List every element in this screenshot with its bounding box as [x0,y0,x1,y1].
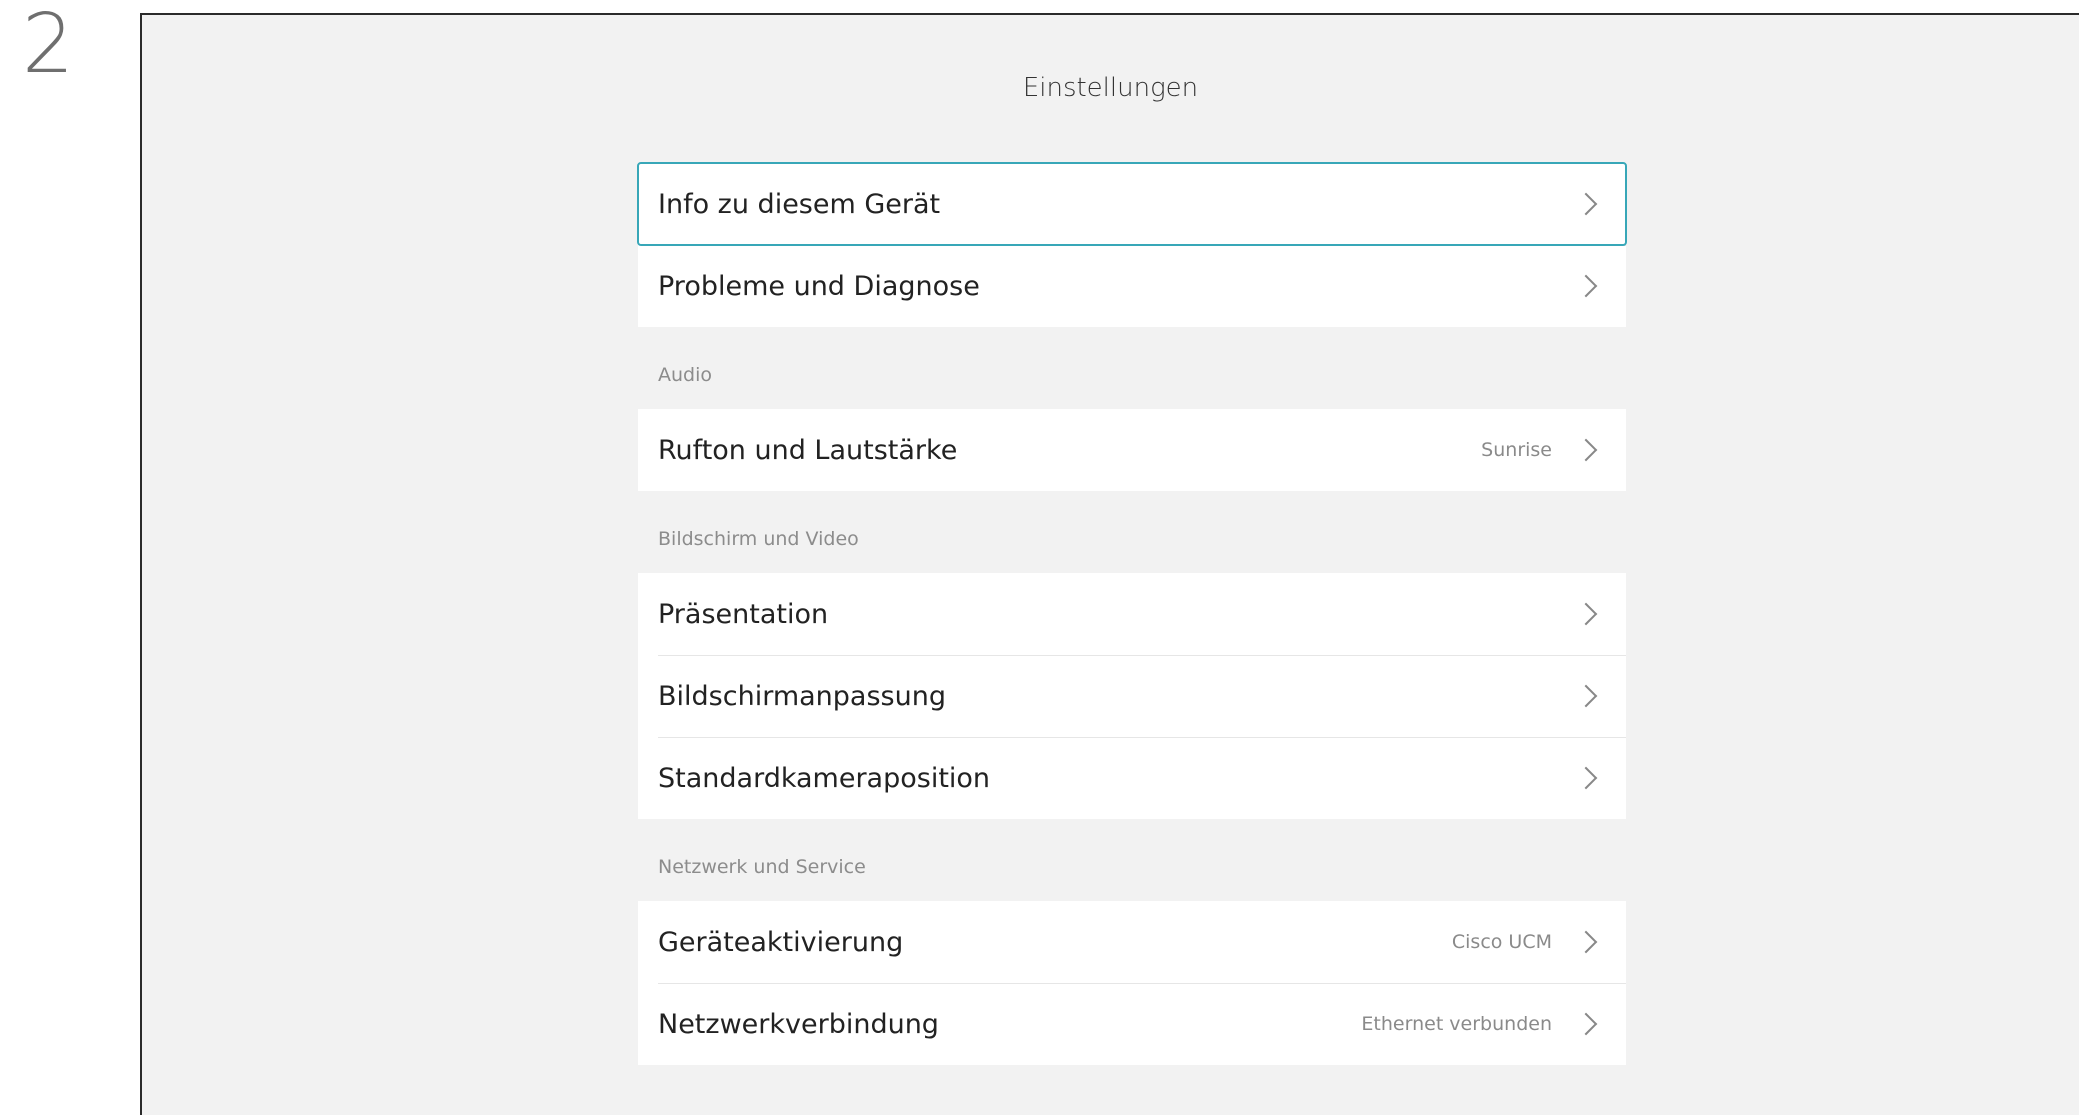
settings-item-screen-adjustment[interactable]: Bildschirmanpassung [638,655,1626,737]
settings-list: Info zu diesem Gerät Probleme und Diagno… [637,162,1627,1065]
settings-item-default-camera-position[interactable]: Standardkameraposition [638,737,1626,819]
chevron-right-icon [1574,602,1598,626]
settings-item-about-device[interactable]: Info zu diesem Gerät [637,162,1627,246]
settings-item-label: Probleme und Diagnose [658,270,980,302]
settings-item-label: Bildschirmanpassung [658,680,946,712]
settings-item-label: Präsentation [658,598,829,630]
settings-group-general: Info zu diesem Gerät Probleme und Diagno… [637,162,1627,327]
settings-item-issues-diagnostics[interactable]: Probleme und Diagnose [638,245,1626,327]
chevron-right-icon [1574,766,1598,790]
settings-item-ringtone-volume[interactable]: Rufton und Lautstärke Sunrise [638,409,1626,491]
step-number: 2 [22,0,75,92]
chevron-right-icon [1574,1012,1598,1036]
settings-group-network-service: Geräteaktivierung Cisco UCM Netzwerkverb… [638,901,1626,1065]
settings-screen: Einstellungen Info zu diesem Gerät Probl… [140,13,2079,1115]
settings-item-label: Rufton und Lautstärke [658,434,958,466]
settings-item-label: Info zu diesem Gerät [658,188,941,220]
settings-item-network-connection[interactable]: Netzwerkverbindung Ethernet verbunden [638,983,1626,1065]
section-header-display-video: Bildschirm und Video [658,528,859,550]
chevron-right-icon [1574,438,1598,462]
settings-item-value: Sunrise [1481,439,1552,461]
chevron-right-icon [1574,274,1598,298]
section-header-network-service: Netzwerk und Service [658,856,866,878]
settings-item-value: Ethernet verbunden [1361,1013,1552,1035]
settings-item-value: Cisco UCM [1451,931,1552,953]
settings-group-display-video: Präsentation Bildschirmanpassung Standar… [638,573,1626,819]
settings-item-label: Geräteaktivierung [658,926,904,958]
page: 2 Einstellungen Info zu diesem Gerät Pro… [0,0,2079,1115]
chevron-right-icon [1574,930,1598,954]
settings-item-label: Netzwerkverbindung [658,1008,939,1040]
settings-item-presentation[interactable]: Präsentation [638,573,1626,655]
chevron-right-icon [1574,192,1598,216]
settings-group-audio: Rufton und Lautstärke Sunrise [638,409,1626,491]
settings-item-label: Standardkameraposition [658,762,991,794]
settings-item-device-activation[interactable]: Geräteaktivierung Cisco UCM [638,901,1626,983]
screen-title: Einstellungen [1022,73,1199,103]
section-header-audio: Audio [658,364,713,386]
chevron-right-icon [1574,684,1598,708]
